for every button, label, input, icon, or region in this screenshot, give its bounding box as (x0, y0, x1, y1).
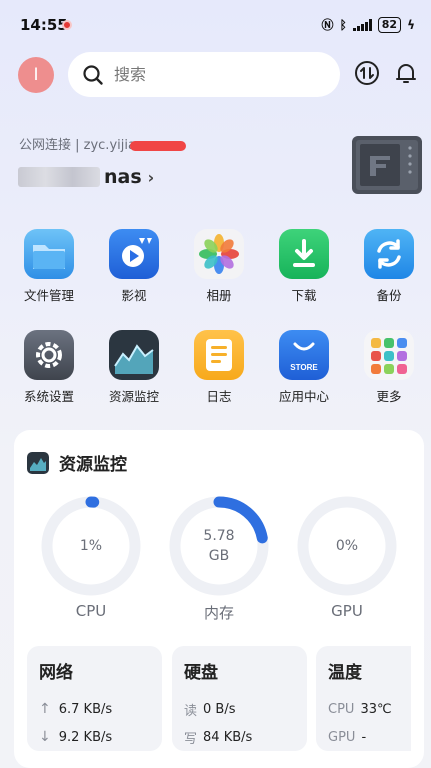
cpu-gauge: 1% (41, 496, 141, 596)
disk-panel[interactable]: 硬盘 读 0 B/s 写 84 KB/s (172, 646, 307, 751)
charging-icon: ϟ (407, 17, 415, 32)
app-more[interactable]: 更多 (359, 330, 419, 405)
nfc-icon: Ⓝ (321, 18, 334, 32)
disk-write-label: 写 (184, 731, 198, 747)
nas-name: nas (104, 166, 142, 188)
signal-icon (352, 18, 372, 31)
bell-icon[interactable] (393, 60, 419, 86)
app-store[interactable]: STORE 应用中心 (274, 330, 334, 405)
memory-unit: GB (208, 548, 230, 564)
settings-icon (24, 330, 74, 380)
app-label: 系统设置 (23, 389, 74, 404)
temp-gpu-label: GPU (328, 729, 356, 745)
app-label: 下载 (291, 288, 317, 303)
recording-indicator-icon (62, 20, 72, 30)
app-photos[interactable]: 相册 (189, 229, 249, 304)
app-download[interactable]: 下载 (274, 229, 334, 304)
gpu-label: GPU (331, 602, 363, 620)
memory-label: 内存 (203, 604, 234, 622)
chevron-right-icon: › (147, 167, 155, 187)
app-system-settings[interactable]: 系统设置 (19, 330, 79, 405)
bluetooth-icon: ᛒ (339, 17, 347, 32)
gpu-gauge: 0% (297, 496, 397, 596)
card-title-text: 资源监控 (59, 455, 127, 475)
store-icon-text: STORE (290, 363, 318, 372)
app-video[interactable]: 影视 (104, 229, 164, 304)
app-backup[interactable]: 备份 (359, 229, 419, 304)
temperature-title: 温度 (328, 663, 362, 683)
network-up: 6.7 KB/s (58, 701, 113, 717)
app-label: 资源监控 (108, 389, 159, 404)
network-title: 网络 (39, 663, 73, 683)
disk-write: 84 KB/s (203, 729, 253, 745)
store-icon: STORE (279, 330, 329, 380)
battery-level: 82 (377, 16, 402, 33)
arrow-down-icon: ↓ (39, 729, 51, 745)
resource-monitor-card[interactable]: 资源监控 1% CPU 5.78 GB 内存 0% GPU 网络 ↑ 6.7 KB… (14, 430, 424, 768)
network-panel[interactable]: 网络 ↑ 6.7 KB/s ↓ 9.2 KB/s (27, 646, 162, 751)
app-file-manager[interactable]: 文件管理 (19, 229, 79, 304)
search-bar[interactable] (68, 52, 340, 97)
connection-info: 公网连接 | zyc.yijia (19, 134, 186, 153)
search-icon (83, 64, 103, 85)
backup-icon (364, 229, 414, 279)
app-label: 文件管理 (23, 288, 74, 303)
connection-text: 公网连接 | zyc.yijia (19, 138, 136, 153)
memory-value: 5.78 (203, 528, 235, 544)
disk-title: 硬盘 (184, 663, 218, 683)
disk-read: 0 B/s (203, 701, 236, 717)
nas-device-image (352, 136, 422, 194)
search-input[interactable] (114, 65, 314, 84)
temp-cpu-label: CPU (328, 701, 355, 717)
avatar[interactable]: I (18, 57, 54, 93)
temp-cpu: 33℃ (360, 701, 392, 717)
card-title: 资源监控 (27, 450, 127, 475)
app-label: 影视 (121, 288, 147, 303)
status-icons: Ⓝ ᛒ 82 ϟ (322, 16, 415, 33)
photos-icon (194, 229, 244, 279)
cpu-value: 1% (79, 538, 103, 554)
folder-icon (24, 229, 74, 279)
app-label: 应用中心 (278, 389, 329, 404)
app-label: 更多 (376, 389, 402, 404)
nas-name-link[interactable]: nas › (18, 166, 154, 188)
app-label: 相册 (206, 288, 232, 303)
download-icon (279, 229, 329, 279)
redacted-mark (129, 140, 186, 151)
app-resource-monitor[interactable]: 资源监控 (104, 330, 164, 405)
temperature-panel[interactable]: 温度 CPU 33℃ GPU - (316, 646, 411, 751)
status-time: 14:55 (20, 16, 68, 34)
video-icon (109, 229, 159, 279)
arrow-up-icon: ↑ (39, 701, 51, 717)
cpu-label: CPU (75, 602, 107, 620)
temp-gpu: - (361, 729, 367, 745)
memory-gauge: 5.78 GB (169, 496, 269, 596)
app-label: 备份 (376, 288, 402, 303)
transfer-icon[interactable] (354, 60, 380, 86)
network-down: 9.2 KB/s (58, 729, 113, 745)
app-label: 日志 (206, 389, 232, 404)
log-icon (194, 330, 244, 380)
app-log[interactable]: 日志 (189, 330, 249, 405)
more-icon (364, 330, 414, 380)
status-bar: 14:55 Ⓝ ᛒ 82 ϟ (0, 0, 431, 52)
monitor-icon (109, 330, 159, 380)
gpu-value: 0% (335, 538, 359, 554)
monitor-icon (27, 451, 49, 474)
blurred-name (18, 167, 100, 187)
disk-read-label: 读 (184, 703, 198, 719)
